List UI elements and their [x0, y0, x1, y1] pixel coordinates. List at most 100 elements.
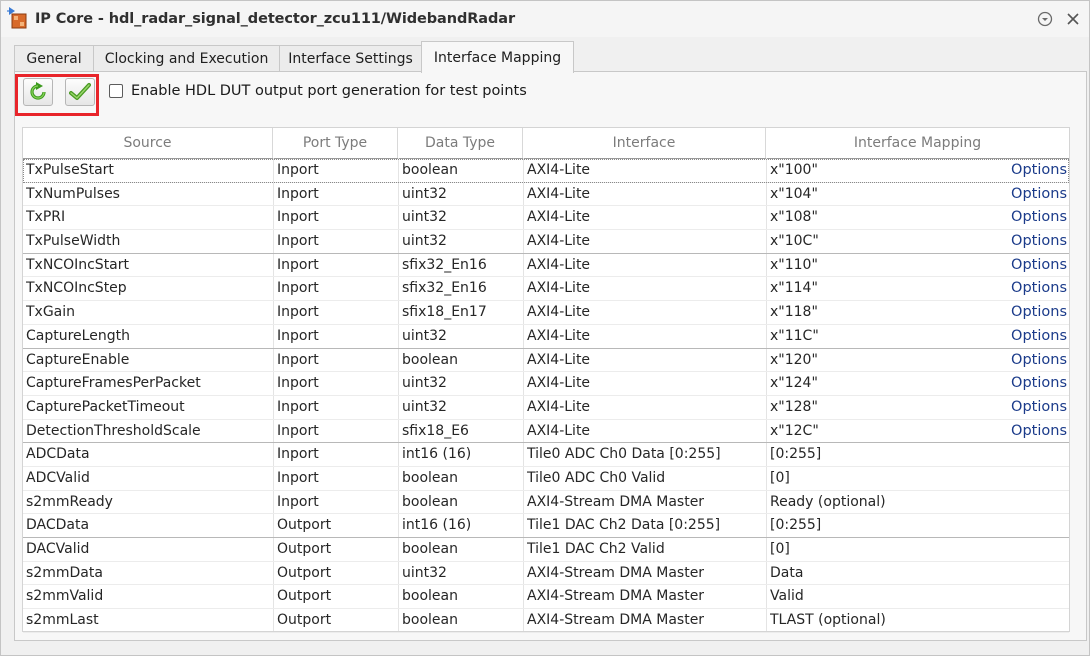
interface-cell[interactable]: AXI4-Lite [527, 230, 763, 253]
options-link[interactable]: Options [1011, 325, 1067, 348]
interface-mapping-cell[interactable]: Valid [770, 585, 1010, 608]
test-point-checkbox-label[interactable]: Enable HDL DUT output port generation fo… [131, 83, 527, 99]
table-row[interactable]: TxPulseStart Inport boolean AXI4-Lite x"100"… [23, 159, 1069, 183]
interface-cell[interactable]: AXI4-Stream DMA Master [527, 562, 763, 585]
table-row[interactable]: TxGain Inport sfix18_En17 AXI4-Lite x"118" Op… [23, 301, 1069, 325]
options-link[interactable]: Options [1011, 183, 1067, 206]
data-type-cell: uint32 [402, 564, 447, 581]
data-type-cell: boolean [402, 612, 458, 629]
table-row[interactable]: DetectionThresholdScale Inport sfix18_E6 AX… [23, 420, 1069, 444]
interface-mapping-cell[interactable]: x"11C" [770, 325, 1010, 348]
simulink-block-icon [7, 7, 27, 29]
interface-mapping-cell[interactable]: x"108" [770, 206, 1010, 229]
options-link[interactable]: Options [1011, 420, 1067, 443]
interface-mapping-cell[interactable]: x"100" [770, 159, 1010, 182]
table-row[interactable]: CaptureFramesPerPacket Inport uint32 AXI4-L… [23, 372, 1069, 396]
tab-clocking-and-execution[interactable]: Clocking and Execution [93, 45, 280, 72]
source-cell: TxNCOIncStep [26, 280, 127, 297]
table-row[interactable]: TxNCOIncStart Inport sfix32_En16 AXI4-Lite x… [23, 254, 1069, 278]
port-type-cell: Inport [277, 185, 319, 202]
table-row[interactable]: CaptureEnable Inport boolean AXI4-Lite x"120… [23, 349, 1069, 373]
chevron-down-circle-icon[interactable] [1036, 10, 1054, 28]
interface-cell[interactable]: AXI4-Lite [527, 254, 763, 277]
tab-interface-settings[interactable]: Interface Settings [279, 45, 422, 72]
table-row[interactable]: ADCData Inport int16 (16) Tile0 ADC Ch0 Dat… [23, 443, 1069, 467]
interface-cell[interactable]: AXI4-Stream DMA Master [527, 609, 763, 632]
interface-cell[interactable]: Tile0 ADC Ch0 Data [0:255] [527, 443, 763, 466]
options-link[interactable]: Options [1011, 230, 1067, 253]
interface-cell[interactable]: AXI4-Lite [527, 396, 763, 419]
options-link[interactable]: Options [1011, 301, 1067, 324]
options-link[interactable]: Options [1011, 159, 1067, 182]
interface-mapping-cell[interactable]: x"10C" [770, 230, 1010, 253]
interface-mapping-cell[interactable]: Data [770, 562, 1010, 585]
interface-cell[interactable]: Tile1 DAC Ch2 Data [0:255] [527, 514, 763, 537]
interface-cell[interactable]: AXI4-Lite [527, 349, 763, 372]
interface-mapping-cell[interactable]: x"12C" [770, 420, 1010, 443]
tab-general[interactable]: General [14, 45, 94, 72]
port-type-cell: Outport [277, 588, 332, 605]
table-row[interactable]: s2mmData Outport uint32 AXI4-Stream DMA Mas… [23, 562, 1069, 586]
interface-mapping-cell[interactable]: [0] [770, 467, 1010, 490]
interface-mapping-cell[interactable]: TLAST (optional) [770, 609, 1010, 632]
table-row[interactable]: CapturePacketTimeout Inport uint32 AXI4-Lit… [23, 396, 1069, 420]
interface-cell[interactable]: AXI4-Lite [527, 325, 763, 348]
interface-mapping-cell[interactable]: x"118" [770, 301, 1010, 324]
port-type-cell: Inport [277, 422, 319, 439]
interface-cell[interactable]: AXI4-Stream DMA Master [527, 585, 763, 608]
table-row[interactable]: TxNumPulses Inport uint32 AXI4-Lite x"104" Op… [23, 183, 1069, 207]
options-link[interactable]: Options [1011, 396, 1067, 419]
table-row[interactable]: DACValid Outport boolean Tile1 DAC Ch2 Vali… [23, 538, 1069, 562]
table-row[interactable]: TxNCOIncStep Inport sfix32_En16 AXI4-Lite x"… [23, 277, 1069, 302]
options-link[interactable]: Options [1011, 277, 1067, 300]
interface-mapping-cell[interactable]: [0:255] [770, 443, 1010, 466]
table-row[interactable]: CaptureLength Inport uint32 AXI4-Lite x"11C"… [23, 325, 1069, 349]
close-icon[interactable] [1064, 10, 1082, 28]
interface-cell[interactable]: AXI4-Lite [527, 277, 763, 300]
table-row[interactable]: s2mmLast Outport boolean AXI4-Stream DMA Ma… [23, 609, 1069, 633]
table-row[interactable]: s2mmValid Outport boolean AXI4-Stream DMA M… [23, 585, 1069, 610]
table-row[interactable]: DACData Outport int16 (16) Tile1 DAC Ch2 Da… [23, 514, 1069, 538]
table-row[interactable]: ADCValid Inport boolean Tile0 ADC Ch0 Valid… [23, 467, 1069, 491]
interface-mapping-cell[interactable]: Ready (optional) [770, 491, 1010, 514]
interface-cell[interactable]: AXI4-Lite [527, 372, 763, 395]
interface-cell[interactable]: AXI4-Lite [527, 183, 763, 206]
interface-cell[interactable]: AXI4-Lite [527, 206, 763, 229]
test-point-checkbox[interactable] [109, 84, 123, 98]
interface-mapping-cell[interactable]: x"110" [770, 254, 1010, 277]
column-header-interface-mapping[interactable]: Interface Mapping [766, 128, 1069, 158]
interface-mapping-cell[interactable]: x"128" [770, 396, 1010, 419]
port-type-cell: Inport [277, 469, 319, 486]
source-cell: DACData [26, 517, 90, 534]
apply-button[interactable] [65, 78, 95, 106]
options-link[interactable]: Options [1011, 206, 1067, 229]
options-link[interactable]: Options [1011, 349, 1067, 372]
interface-mapping-cell[interactable]: x"124" [770, 372, 1010, 395]
tab-interface-mapping[interactable]: Interface Mapping [421, 41, 574, 73]
interface-cell[interactable]: Tile0 ADC Ch0 Valid [527, 467, 763, 490]
interface-mapping-cell[interactable]: x"120" [770, 349, 1010, 372]
source-cell: TxPulseStart [26, 162, 114, 178]
interface-mapping-cell[interactable]: x"114" [770, 277, 1010, 300]
interface-cell[interactable]: AXI4-Lite [527, 420, 763, 443]
column-header-interface[interactable]: Interface [523, 128, 766, 158]
interface-mapping-cell[interactable]: [0:255] [770, 514, 1010, 537]
port-type-cell: Inport [277, 351, 319, 368]
refresh-button[interactable] [23, 78, 53, 106]
interface-cell[interactable]: AXI4-Lite [527, 301, 763, 324]
column-header-data-type[interactable]: Data Type [398, 128, 523, 158]
interface-mapping-cell[interactable]: [0] [770, 538, 1010, 561]
table-row[interactable]: TxPulseWidth Inport uint32 AXI4-Lite x"10C" O… [23, 230, 1069, 254]
source-cell: CaptureLength [26, 327, 130, 344]
column-header-port-type[interactable]: Port Type [273, 128, 398, 158]
interface-cell[interactable]: Tile1 DAC Ch2 Valid [527, 538, 763, 561]
table-row[interactable]: TxPRI Inport uint32 AXI4-Lite x"108" Options [23, 206, 1069, 231]
column-header-source[interactable]: Source [23, 128, 273, 158]
checkmark-icon [69, 83, 91, 100]
options-link[interactable]: Options [1011, 372, 1067, 395]
options-link[interactable]: Options [1011, 254, 1067, 277]
interface-cell[interactable]: AXI4-Stream DMA Master [527, 491, 763, 514]
table-row[interactable]: s2mmReady Inport boolean AXI4-Stream DMA Ma… [23, 491, 1069, 515]
interface-cell[interactable]: AXI4-Lite [527, 159, 763, 182]
interface-mapping-cell[interactable]: x"104" [770, 183, 1010, 206]
